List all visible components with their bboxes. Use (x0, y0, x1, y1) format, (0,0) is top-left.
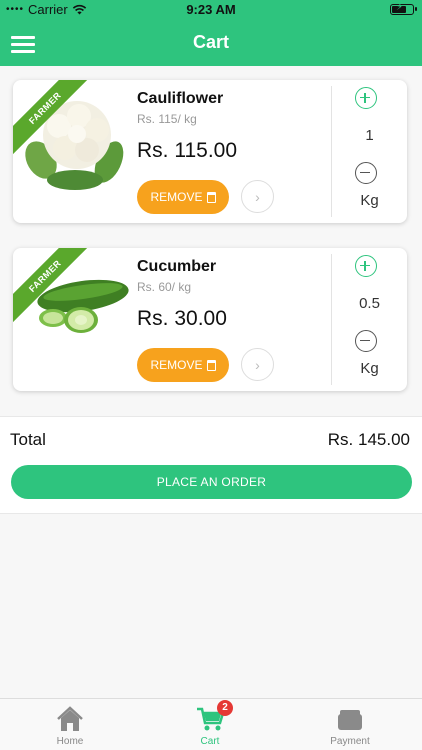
product-name: Cauliflower (137, 90, 224, 107)
status-time: 9:23 AM (186, 2, 236, 17)
chevron-right-icon[interactable]: › (241, 348, 274, 381)
total-label: Total (10, 430, 46, 449)
plus-circle-icon[interactable] (355, 255, 377, 277)
chevron-right-icon[interactable]: › (241, 180, 274, 213)
page-title: Cart (192, 32, 229, 52)
remove-button-label: REMOVE (150, 190, 203, 204)
cart-badge: 2 (217, 700, 233, 716)
quantity-value: 1 (365, 127, 374, 144)
quantity-stepper: 1 Kg (332, 80, 407, 223)
product-price: Rs. 30.00 (137, 307, 227, 330)
status-bar: •••• Carrier 9:23 AM ⚡ (0, 0, 422, 20)
order-summary: Total Rs. 145.00 PLACE AN ORDER (0, 416, 422, 514)
tab-home[interactable]: Home (0, 699, 140, 750)
cart-item-cucumber: FARMER Cucumber Rs. 60/ kg Rs. 30.00 REM… (13, 248, 407, 391)
home-icon (57, 706, 83, 731)
product-image-cauliflower: FARMER (13, 80, 135, 223)
tab-cart[interactable]: 2 Cart (140, 699, 280, 750)
wallet-icon (338, 710, 362, 730)
quantity-unit: Kg (360, 192, 379, 209)
cauliflower-image (25, 101, 124, 190)
remove-button-label: REMOVE (150, 358, 203, 372)
product-rate: Rs. 60/ kg (137, 280, 192, 294)
place-order-button[interactable]: PLACE AN ORDER (11, 465, 412, 499)
tab-cart-label: Cart (200, 736, 220, 747)
tab-home-label: Home (56, 736, 84, 747)
remove-button[interactable]: REMOVE (137, 180, 229, 214)
quantity-stepper: 0.5 Kg (332, 248, 407, 391)
bottom-tab-bar: Home 2 Cart Payment (0, 698, 422, 750)
remove-button[interactable]: REMOVE (137, 348, 229, 382)
product-rate: Rs. 115/ kg (137, 112, 197, 126)
plus-circle-icon[interactable] (355, 87, 377, 109)
product-price: Rs. 115.00 (137, 139, 238, 162)
navigation-header: Cart (0, 20, 422, 66)
battery-icon: ⚡ (390, 2, 417, 15)
quantity-value: 0.5 (359, 295, 380, 312)
minus-circle-icon[interactable] (355, 330, 377, 352)
quantity-unit: Kg (360, 360, 379, 377)
product-image-cucumber: FARMER (13, 248, 135, 391)
product-name: Cucumber (137, 258, 217, 275)
tab-payment-label: Payment (330, 736, 370, 747)
trash-icon (206, 191, 216, 203)
total-value: Rs. 145.00 (327, 430, 410, 449)
trash-icon (206, 359, 216, 371)
tab-payment[interactable]: Payment (280, 699, 420, 750)
cucumber-image (37, 279, 129, 333)
cart-item-cauliflower: FARMER Cauliflower Rs. 115/ kg Rs. 115.0… (13, 80, 407, 223)
minus-circle-icon[interactable] (355, 162, 377, 184)
charging-icon: ⚡ (396, 2, 404, 13)
